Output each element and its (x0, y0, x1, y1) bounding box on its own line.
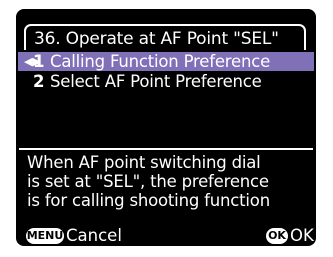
description-box: When AF point switching dial is set at "… (19, 148, 313, 224)
menu-item-select-af-point-preference[interactable]: 2 Select AF Point Preference (18, 72, 314, 91)
ok-label: OK (290, 226, 314, 245)
camera-menu-screen: 36. Operate at AF Point "SEL" ◀▶ 1 Calli… (16, 9, 316, 246)
menu-item-label: Calling Function Preference (50, 52, 271, 71)
menu-item-label: Select AF Point Preference (50, 72, 262, 91)
title-tab: 36. Operate at AF Point "SEL" (24, 24, 306, 50)
footer-bar: MENU Cancel OK OK (16, 225, 316, 246)
page-title: 36. Operate at AF Point "SEL" (34, 29, 279, 49)
cancel-label: Cancel (66, 226, 122, 245)
menu-item-calling-function-preference[interactable]: ◀▶ 1 Calling Function Preference (18, 52, 314, 71)
description-line: When AF point switching dial (27, 153, 261, 172)
description-line: is for calling shooting function (27, 191, 270, 210)
menu-button-icon[interactable]: MENU (26, 228, 64, 244)
menu-item-number: 1 (33, 52, 45, 71)
description-line: is set at "SEL", the preference (27, 172, 269, 191)
ok-button-icon[interactable]: OK (266, 228, 288, 244)
menu-item-number: 2 (33, 72, 45, 91)
